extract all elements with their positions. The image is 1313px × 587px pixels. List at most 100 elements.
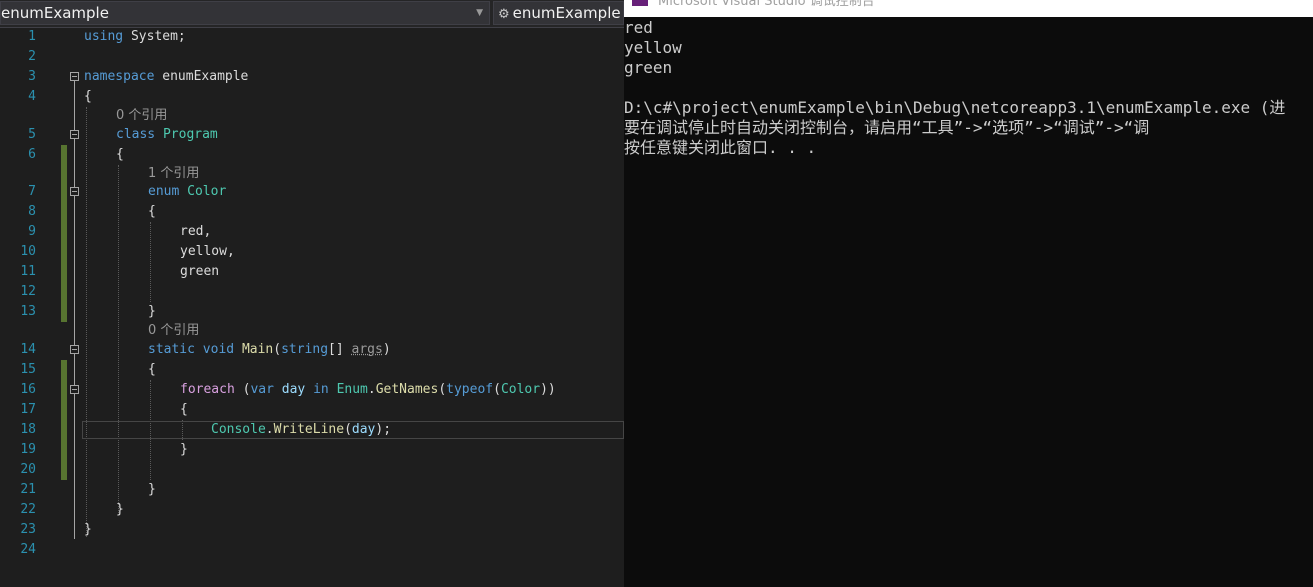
codelens-references[interactable]: 0 个引用 (148, 321, 199, 341)
type-dropdown[interactable]: ⚙ enumExample (493, 1, 624, 25)
collapse-enum-icon[interactable] (70, 187, 79, 196)
brace: { (148, 362, 156, 377)
line-number: 15 (20, 362, 36, 377)
punctuation: ( (493, 382, 501, 397)
console-output[interactable]: red yellow green D:\c#\project\enumExamp… (624, 18, 1313, 158)
code-line[interactable]: enum Color (148, 182, 226, 202)
variable: day (351, 422, 376, 437)
line-number: 6 (28, 147, 36, 162)
line-number: 19 (20, 442, 36, 457)
type-dropdown-label: enumExample (512, 4, 621, 22)
type-name: Console (211, 422, 266, 437)
keyword: void (202, 342, 235, 357)
brace: } (84, 522, 92, 537)
code-line[interactable]: foreach (var day in Enum.GetNames(typeof… (180, 380, 556, 400)
line-number: 11 (20, 264, 36, 279)
line-number: 23 (20, 522, 36, 537)
method-name: Main (241, 342, 274, 357)
change-margin-marker (61, 360, 67, 480)
codelens-references[interactable]: 0 个引用 (116, 106, 167, 126)
collapse-namespace-icon[interactable] (70, 72, 79, 81)
line-number: 21 (20, 482, 36, 497)
collapse-method-icon[interactable] (70, 345, 79, 354)
keyword: class (116, 127, 156, 142)
console-line: 要在调试停止时自动关闭控制台，请启用“工具”->“选项”->“调试”->“调 (624, 118, 1150, 137)
type-name: Program (162, 127, 218, 142)
type-name: Color (187, 184, 227, 199)
code-text: enumExample (154, 69, 249, 84)
code-line[interactable]: using System; (84, 27, 186, 47)
line-number: 9 (28, 224, 36, 239)
keyword: typeof (446, 382, 494, 397)
line-number: 10 (20, 244, 36, 259)
keyword: in (313, 382, 329, 397)
method-name: WriteLine (273, 422, 345, 437)
punctuation: )) (540, 382, 556, 397)
code-line[interactable]: class Program (116, 125, 218, 145)
code-line[interactable]: { (84, 87, 92, 107)
outline-line (74, 81, 75, 539)
collapse-foreach-icon[interactable] (70, 385, 79, 394)
visual-studio-icon (632, 0, 648, 6)
line-number: 22 (20, 502, 36, 517)
code-line[interactable]: { (148, 360, 156, 380)
codelens-references[interactable]: 1 个引用 (148, 164, 199, 184)
keyword: namespace (84, 69, 155, 84)
code-line[interactable]: } (148, 302, 156, 322)
code-line[interactable]: red, (180, 222, 211, 242)
console-title-bar[interactable]: Microsoft Visual Studio 调试控制台 (624, 0, 1313, 17)
code-line[interactable]: yellow, (180, 242, 235, 262)
code-line[interactable]: Console.WriteLine(day); (211, 420, 391, 440)
line-number: 18 (20, 422, 36, 437)
brace: } (116, 502, 124, 517)
keyword: enum (148, 184, 180, 199)
project-dropdown-label: enumExample (1, 4, 109, 22)
punctuation: ); (375, 422, 392, 437)
code-line[interactable]: } (148, 480, 156, 500)
indent-guide (86, 107, 87, 537)
console-line: yellow (624, 38, 682, 57)
line-number: 16 (20, 382, 36, 397)
method-name: GetNames (375, 382, 439, 397)
punctuation: ( (273, 342, 282, 357)
console-title: Microsoft Visual Studio 调试控制台 (658, 0, 875, 9)
line-number: 3 (28, 69, 36, 84)
code-line[interactable]: green (180, 262, 219, 282)
punctuation: . (265, 422, 274, 437)
brace: { (180, 402, 188, 417)
line-number: 13 (20, 304, 36, 319)
indent-guide (118, 165, 119, 515)
brace: { (148, 204, 156, 219)
type-name: Color (500, 382, 541, 397)
code-area[interactable]: 1 2 3 4 5 6 7 8 9 10 11 12 13 14 15 16 1… (0, 27, 624, 587)
debug-console-window[interactable]: Microsoft Visual Studio 调试控制台 red yellow… (624, 0, 1313, 587)
line-number: 4 (28, 89, 36, 104)
code-line[interactable]: } (84, 520, 92, 540)
punctuation: ( (234, 382, 251, 397)
code-line[interactable]: } (116, 500, 124, 520)
chevron-down-icon: ▼ (476, 8, 483, 18)
punctuation: . (367, 382, 376, 397)
collapse-class-icon[interactable] (70, 130, 79, 139)
brace: { (116, 147, 124, 162)
code-editor[interactable]: enumExample ▼ ⚙ enumExample 1 2 3 4 5 6 7… (0, 0, 624, 587)
console-line: D:\c#\project\enumExample\bin\Debug\netc… (624, 98, 1286, 117)
line-number: 8 (28, 204, 36, 219)
line-number: 14 (20, 342, 36, 357)
console-line: red (624, 18, 653, 37)
code-line[interactable]: } (180, 440, 188, 460)
code-line[interactable]: { (148, 202, 156, 222)
code-line[interactable]: static void Main(string[] args) (148, 340, 391, 360)
enum-member: green (180, 264, 220, 279)
line-number: 12 (20, 284, 36, 299)
code-line[interactable]: { (116, 145, 124, 165)
line-number: 5 (28, 127, 36, 142)
enum-member: yellow, (180, 244, 235, 259)
code-line[interactable]: { (180, 400, 188, 420)
class-icon: ⚙ (498, 7, 510, 22)
console-line: green (624, 58, 673, 77)
code-line[interactable]: namespace enumExample (84, 67, 248, 87)
project-dropdown[interactable]: enumExample ▼ (0, 1, 490, 25)
brace: } (148, 482, 156, 497)
